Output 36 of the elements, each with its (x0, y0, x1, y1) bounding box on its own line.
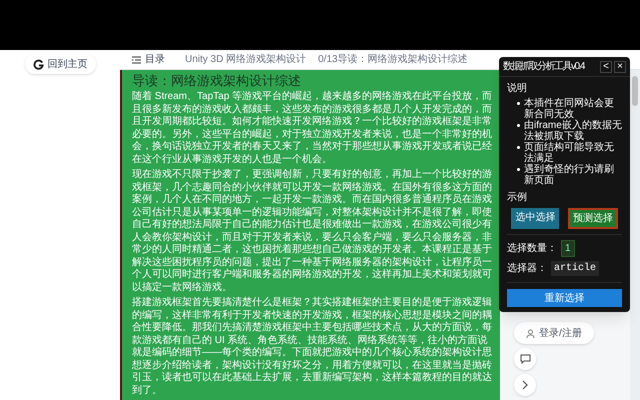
reselect-button[interactable]: 重新选择 (507, 289, 622, 307)
bullet-icon (517, 124, 520, 127)
breadcrumb-link[interactable]: Unity 3D 网络游戏架构设计 (185, 52, 306, 67)
user-icon (526, 328, 535, 338)
bullet-icon (517, 102, 520, 105)
article-paragraph: 现在游戏不只限于抄袭了，更强调创新，只要有好的创意，再加上一个比较好的游戏框架，几个志趣同合的小伙伴就可以开发一款网络游戏。在国外有很多这方面的案例，几个人在不同的地方，一起开发一款游戏。而在国内很多普通程序员在游戏公司估计只是从事某项单一的逻辑功能编写，对整体架构设计并不是很了解，即使自己有好的想法局限于自己的能力估计也是很难做出一款游戏，在游戏公司很少有人会教你架构设计，而且对于开发者来说，要么只会客户端，要么只会服务器，非常少的人同时精通二者，这也困扰着那些想自己做游戏的开发者。本课程正是基于解决这些困扰程序员的问题，提出了一种基于网络服务器的架构设计，让程序员一个人可以同时进行客户端和服务器的网络游戏的开发，这样再加上美术和策划就可以搞定一款网络游戏。 (132, 169, 493, 294)
article-paragraph: 随着 Stream、TapTap 等游戏平台的崛起，越来越多的网络游戏在此平台投放，而且很多新发布的游戏收入都颇丰，这些发布的游戏很多都是几个人开发完成的，而且开发周期都比较短。如何才能快速开发网络游戏？一个比较好的游戏框架是非常必要的。另外，这些平台的崛起，对于独立游戏开发者来说，也是一个非常好的机会，换句话说独立开发者的春天又来了，当然对于那些想从事游戏开发或者说已经在这个行业从事游戏开发的人也是一个机会。 (132, 91, 494, 166)
count-label: 选择数量： (507, 242, 557, 256)
article-title: 导读：网络游戏架构设计综述 (132, 72, 302, 90)
next-button[interactable] (514, 374, 536, 396)
notes-heading: 说明 (507, 82, 528, 96)
article-paragraph: 搭建游戏框架首先要搞清楚什么是框架？其实搭建框架的主要目的是便于游戏逻辑的编写，这样非常有利于开发者快速的开发游戏，框架的核心思想是模块之间的耦合性要降低。那我们先搞清楚游戏框架中主要包括哪些技术点，从大的方面说，每款游戏都有自己的 UI 系统、角色系统、技能系统、网络系统等等，往小的方面说就是编码的细节——每个类的编写。下面就把游戏中的几个核心系统的架构设计思想逐步介绍给读者，架构设计没有好坏之分，用着方便就可以，在这里就当是抛砖引玉，读者也可以在此基础上去扩展，去重新编写架构，这样本篇教程的目的就达到了。 (132, 297, 493, 397)
example-highlight: 预测选择 (568, 208, 618, 229)
panel-title: 数据抓取分析工具v0.4 (503, 60, 584, 74)
chat-icon (520, 354, 530, 364)
comment-button[interactable] (514, 348, 536, 370)
close-button[interactable]: × (614, 60, 626, 72)
note-text: 页面结构可能导致无法满足 (524, 142, 615, 164)
breadcrumb-link[interactable]: 0/13导读：网络游戏架构设计综述 (318, 52, 468, 67)
toc-button[interactable]: 目录 (132, 52, 165, 67)
note-text: 遇到奇怪的行为请刷新页面 (524, 164, 615, 186)
home-link[interactable]: 回到主页 (24, 54, 96, 74)
bullet-icon (517, 168, 520, 171)
back-button[interactable]: < (600, 60, 612, 72)
list-icon (132, 56, 141, 64)
selector-value: article (551, 261, 600, 276)
count-badge: 1 (561, 240, 575, 257)
note-text: 本插件在同网站会更新合同无效 (524, 98, 615, 120)
note-text: 由iframe嵌入的数据无法被抓取下载 (524, 120, 622, 142)
example-highlight: 选中选择 (511, 208, 560, 229)
selector-label: 选择器： (507, 262, 547, 276)
login-button[interactable]: 登录/注册 (514, 322, 594, 344)
bullet-icon (517, 146, 520, 149)
logo-icon (32, 58, 44, 70)
chevron-right-icon (522, 380, 528, 390)
examples-heading: 示例 (507, 191, 528, 205)
